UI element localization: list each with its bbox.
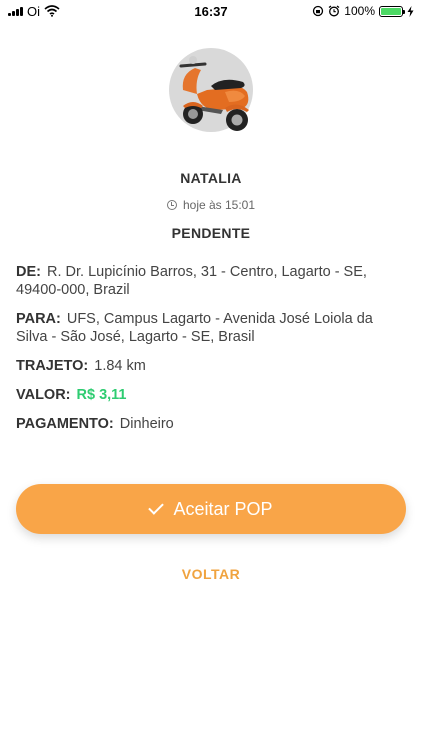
- driver-avatar: [169, 48, 253, 132]
- lock-rotation-icon: [313, 5, 324, 17]
- back-button[interactable]: VOLTAR: [0, 566, 422, 582]
- wifi-icon: [44, 5, 60, 17]
- status-left: Oi: [8, 4, 60, 19]
- alarm-icon: [328, 5, 340, 17]
- to-label: PARA:: [16, 311, 61, 327]
- accept-button-label: Aceitar POP: [173, 498, 273, 519]
- accept-button[interactable]: Aceitar POP: [16, 484, 406, 534]
- battery-icon: [379, 5, 405, 17]
- signal-icon: [8, 6, 23, 16]
- detail-price: VALOR: R$ 3,11: [16, 386, 406, 404]
- to-value: UFS, Campus Lagarto - Avenida José Loiol…: [16, 311, 373, 345]
- charging-icon: [407, 5, 414, 17]
- from-label: DE:: [16, 264, 41, 280]
- detail-from: DE: R. Dr. Lupicínio Barros, 31 - Centro,…: [16, 263, 406, 299]
- from-value: R. Dr. Lupicínio Barros, 31 - Centro, La…: [16, 264, 367, 298]
- detail-payment: PAGAMENTO: Dinheiro: [16, 415, 406, 433]
- detail-to: PARA: UFS, Campus Lagarto - Avenida José …: [16, 310, 406, 346]
- detail-route: TRAJETO: 1.84 km: [16, 357, 406, 375]
- clock-icon: [166, 200, 177, 210]
- payment-label: PAGAMENTO:: [16, 416, 114, 432]
- carrier-name: Oi: [27, 3, 40, 19]
- scooter-icon: [179, 56, 249, 131]
- price-label: VALOR:: [16, 387, 71, 403]
- trip-status: PENDENTE: [171, 225, 251, 241]
- status-bar: Oi 16:37 100%: [0, 0, 422, 22]
- route-value: 1.84 km: [94, 358, 146, 374]
- check-icon: [148, 499, 165, 515]
- status-right: 100%: [312, 4, 414, 18]
- trip-details: DE: R. Dr. Lupicínio Barros, 31 - Centro,…: [16, 263, 406, 444]
- battery-percent: 100%: [344, 4, 375, 18]
- trip-time-label: hoje às 15:01: [182, 198, 256, 212]
- trip-time: hoje às 15:01: [0, 198, 422, 212]
- passenger-name: NATALIA: [180, 170, 242, 186]
- price-value: R$ 3,11: [76, 387, 127, 403]
- route-label: TRAJETO:: [16, 358, 89, 374]
- payment-value: Dinheiro: [119, 416, 174, 432]
